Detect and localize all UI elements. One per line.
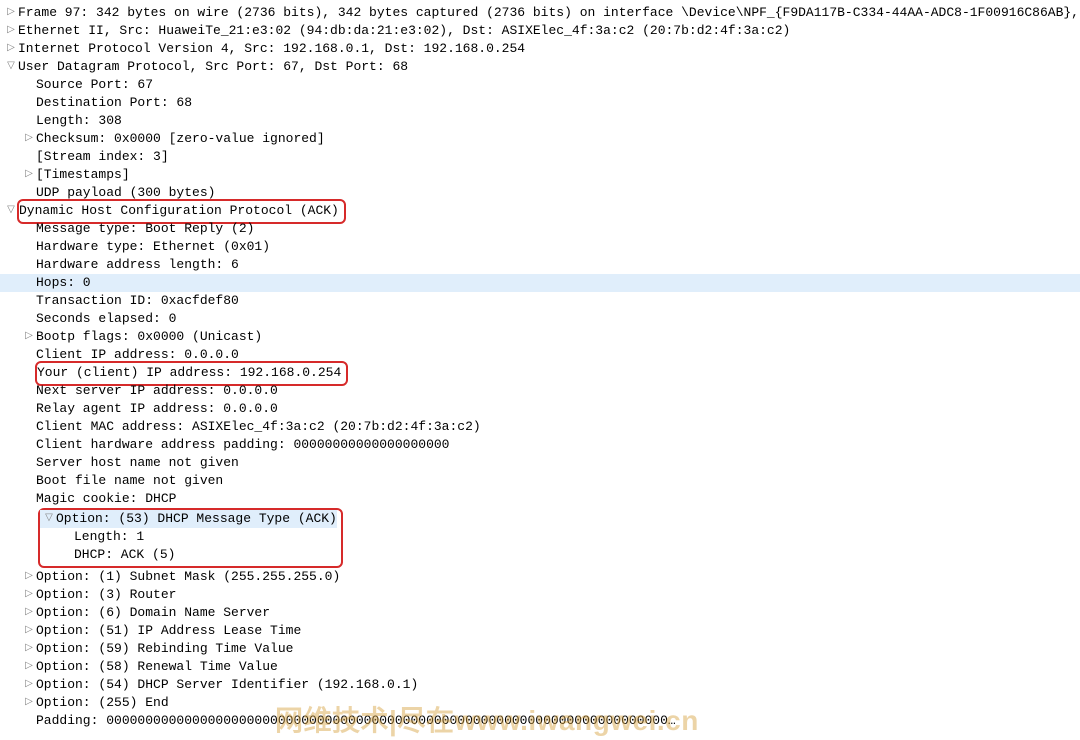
row-magiccookie-text: Magic cookie: DHCP bbox=[36, 490, 1080, 508]
row-timestamps[interactable]: ▷ [Timestamps] bbox=[0, 166, 1080, 184]
row-opt54-text: Option: (54) DHCP Server Identifier (192… bbox=[36, 676, 1080, 694]
row-clientmac-text: Client MAC address: ASIXElec_4f:3a:c2 (2… bbox=[36, 418, 1080, 436]
row-opt53[interactable]: ▽ Option: (53) DHCP Message Type (ACK) bbox=[40, 510, 337, 528]
chevron-right-icon[interactable]: ▷ bbox=[22, 694, 36, 712]
row-opt255-text: Option: (255) End bbox=[36, 694, 1080, 712]
row-magiccookie[interactable]: · Magic cookie: DHCP bbox=[0, 490, 1080, 508]
row-opt53dhcp-text: DHCP: ACK (5) bbox=[74, 546, 337, 564]
chevron-right-icon[interactable]: ▷ bbox=[4, 4, 18, 22]
chevron-right-icon[interactable]: ▷ bbox=[22, 328, 36, 346]
highlight-box-group: ▽ Option: (53) DHCP Message Type (ACK) ·… bbox=[38, 508, 343, 568]
chevron-right-icon[interactable]: ▷ bbox=[22, 166, 36, 184]
chevron-right-icon[interactable]: ▷ bbox=[22, 640, 36, 658]
row-serverhost[interactable]: · Server host name not given bbox=[0, 454, 1080, 472]
row-streamidx-text: [Stream index: 3] bbox=[36, 148, 1080, 166]
row-checksum-text: Checksum: 0x0000 [zero-value ignored] bbox=[36, 130, 1080, 148]
chevron-down-icon[interactable]: ▽ bbox=[4, 58, 18, 76]
row-udp[interactable]: ▽ User Datagram Protocol, Src Port: 67, … bbox=[0, 58, 1080, 76]
packet-tree: ▷ Frame 97: 342 bytes on wire (2736 bits… bbox=[0, 0, 1080, 734]
row-opt3-text: Option: (3) Router bbox=[36, 586, 1080, 604]
row-frame-text: Frame 97: 342 bytes on wire (2736 bits),… bbox=[18, 4, 1080, 22]
row-opt58-text: Option: (58) Renewal Time Value bbox=[36, 658, 1080, 676]
row-opt54[interactable]: ▷ Option: (54) DHCP Server Identifier (1… bbox=[0, 676, 1080, 694]
chevron-right-icon[interactable]: ▷ bbox=[22, 658, 36, 676]
chevron-right-icon[interactable]: ▷ bbox=[4, 40, 18, 58]
chevron-right-icon[interactable]: ▷ bbox=[22, 622, 36, 640]
row-ip[interactable]: ▷ Internet Protocol Version 4, Src: 192.… bbox=[0, 40, 1080, 58]
row-transid[interactable]: · Transaction ID: 0xacfdef80 bbox=[0, 292, 1080, 310]
row-opt59[interactable]: ▷ Option: (59) Rebinding Time Value bbox=[0, 640, 1080, 658]
row-ip-text: Internet Protocol Version 4, Src: 192.16… bbox=[18, 40, 1080, 58]
row-padding[interactable]: · Padding: 00000000000000000000000000000… bbox=[0, 712, 1080, 730]
row-transid-text: Transaction ID: 0xacfdef80 bbox=[36, 292, 1080, 310]
row-ethernet-text: Ethernet II, Src: HuaweiTe_21:e3:02 (94:… bbox=[18, 22, 1080, 40]
row-clientpadding-text: Client hardware address padding: 0000000… bbox=[36, 436, 1080, 454]
row-hwtype-text: Hardware type: Ethernet (0x01) bbox=[36, 238, 1080, 256]
row-opt53dhcp[interactable]: · DHCP: ACK (5) bbox=[40, 546, 337, 564]
row-relayagent[interactable]: · Relay agent IP address: 0.0.0.0 bbox=[0, 400, 1080, 418]
row-ethernet[interactable]: ▷ Ethernet II, Src: HuaweiTe_21:e3:02 (9… bbox=[0, 22, 1080, 40]
row-yourip-text: Your (client) IP address: 192.168.0.254 bbox=[37, 365, 341, 380]
row-timestamps-text: [Timestamps] bbox=[36, 166, 1080, 184]
row-clientmac[interactable]: · Client MAC address: ASIXElec_4f:3a:c2 … bbox=[0, 418, 1080, 436]
row-secelapsed[interactable]: · Seconds elapsed: 0 bbox=[0, 310, 1080, 328]
row-checksum[interactable]: ▷ Checksum: 0x0000 [zero-value ignored] bbox=[0, 130, 1080, 148]
row-opt53len[interactable]: · Length: 1 bbox=[40, 528, 337, 546]
row-serverhost-text: Server host name not given bbox=[36, 454, 1080, 472]
row-length-text: Length: 308 bbox=[36, 112, 1080, 130]
row-opt3[interactable]: ▷ Option: (3) Router bbox=[0, 586, 1080, 604]
row-opt51-text: Option: (51) IP Address Lease Time bbox=[36, 622, 1080, 640]
row-dhcp[interactable]: ▽ Dynamic Host Configuration Protocol (A… bbox=[0, 202, 1080, 220]
row-padding-text: Padding: 0000000000000000000000000000000… bbox=[36, 712, 1080, 730]
row-hwtype[interactable]: · Hardware type: Ethernet (0x01) bbox=[0, 238, 1080, 256]
row-srcport[interactable]: · Source Port: 67 bbox=[0, 76, 1080, 94]
row-bootfile[interactable]: · Boot file name not given bbox=[0, 472, 1080, 490]
row-opt255[interactable]: ▷ Option: (255) End bbox=[0, 694, 1080, 712]
row-frame[interactable]: ▷ Frame 97: 342 bytes on wire (2736 bits… bbox=[0, 4, 1080, 22]
row-hops[interactable]: · Hops: 0 bbox=[0, 274, 1080, 292]
row-opt58[interactable]: ▷ Option: (58) Renewal Time Value bbox=[0, 658, 1080, 676]
row-opt53-text: Option: (53) DHCP Message Type (ACK) bbox=[56, 510, 337, 528]
row-secelapsed-text: Seconds elapsed: 0 bbox=[36, 310, 1080, 328]
row-streamidx[interactable]: · [Stream index: 3] bbox=[0, 148, 1080, 166]
row-msgtype-text: Message type: Boot Reply (2) bbox=[36, 220, 1080, 238]
row-hops-text: Hops: 0 bbox=[36, 274, 1080, 292]
row-srcport-text: Source Port: 67 bbox=[36, 76, 1080, 94]
chevron-right-icon[interactable]: ▷ bbox=[4, 22, 18, 40]
row-opt59-text: Option: (59) Rebinding Time Value bbox=[36, 640, 1080, 658]
row-nextserver[interactable]: · Next server IP address: 0.0.0.0 bbox=[0, 382, 1080, 400]
row-yourip[interactable]: · Your (client) IP address: 192.168.0.25… bbox=[0, 364, 1080, 382]
row-opt6[interactable]: ▷ Option: (6) Domain Name Server bbox=[0, 604, 1080, 622]
chevron-right-icon[interactable]: ▷ bbox=[22, 676, 36, 694]
chevron-right-icon[interactable]: ▷ bbox=[22, 568, 36, 586]
chevron-right-icon[interactable]: ▷ bbox=[22, 604, 36, 622]
row-bootpflags[interactable]: ▷ Bootp flags: 0x0000 (Unicast) bbox=[0, 328, 1080, 346]
row-opt51[interactable]: ▷ Option: (51) IP Address Lease Time bbox=[0, 622, 1080, 640]
chevron-right-icon[interactable]: ▷ bbox=[22, 130, 36, 148]
row-clientpadding[interactable]: · Client hardware address padding: 00000… bbox=[0, 436, 1080, 454]
row-hwaddrlen-text: Hardware address length: 6 bbox=[36, 256, 1080, 274]
row-udp-text: User Datagram Protocol, Src Port: 67, Ds… bbox=[18, 58, 1080, 76]
row-bootpflags-text: Bootp flags: 0x0000 (Unicast) bbox=[36, 328, 1080, 346]
row-nextserver-text: Next server IP address: 0.0.0.0 bbox=[36, 382, 1080, 400]
row-opt1[interactable]: ▷ Option: (1) Subnet Mask (255.255.255.0… bbox=[0, 568, 1080, 586]
chevron-right-icon[interactable]: ▷ bbox=[22, 586, 36, 604]
row-dstport[interactable]: · Destination Port: 68 bbox=[0, 94, 1080, 112]
row-bootfile-text: Boot file name not given bbox=[36, 472, 1080, 490]
row-msgtype[interactable]: · Message type: Boot Reply (2) bbox=[0, 220, 1080, 238]
row-dhcp-text: Dynamic Host Configuration Protocol (ACK… bbox=[19, 203, 339, 218]
row-relayagent-text: Relay agent IP address: 0.0.0.0 bbox=[36, 400, 1080, 418]
row-opt6-text: Option: (6) Domain Name Server bbox=[36, 604, 1080, 622]
chevron-down-icon[interactable]: ▽ bbox=[4, 202, 18, 220]
row-dstport-text: Destination Port: 68 bbox=[36, 94, 1080, 112]
row-hwaddrlen[interactable]: · Hardware address length: 6 bbox=[0, 256, 1080, 274]
row-opt53len-text: Length: 1 bbox=[74, 528, 337, 546]
row-length[interactable]: · Length: 308 bbox=[0, 112, 1080, 130]
row-opt1-text: Option: (1) Subnet Mask (255.255.255.0) bbox=[36, 568, 1080, 586]
chevron-down-icon[interactable]: ▽ bbox=[42, 510, 56, 528]
